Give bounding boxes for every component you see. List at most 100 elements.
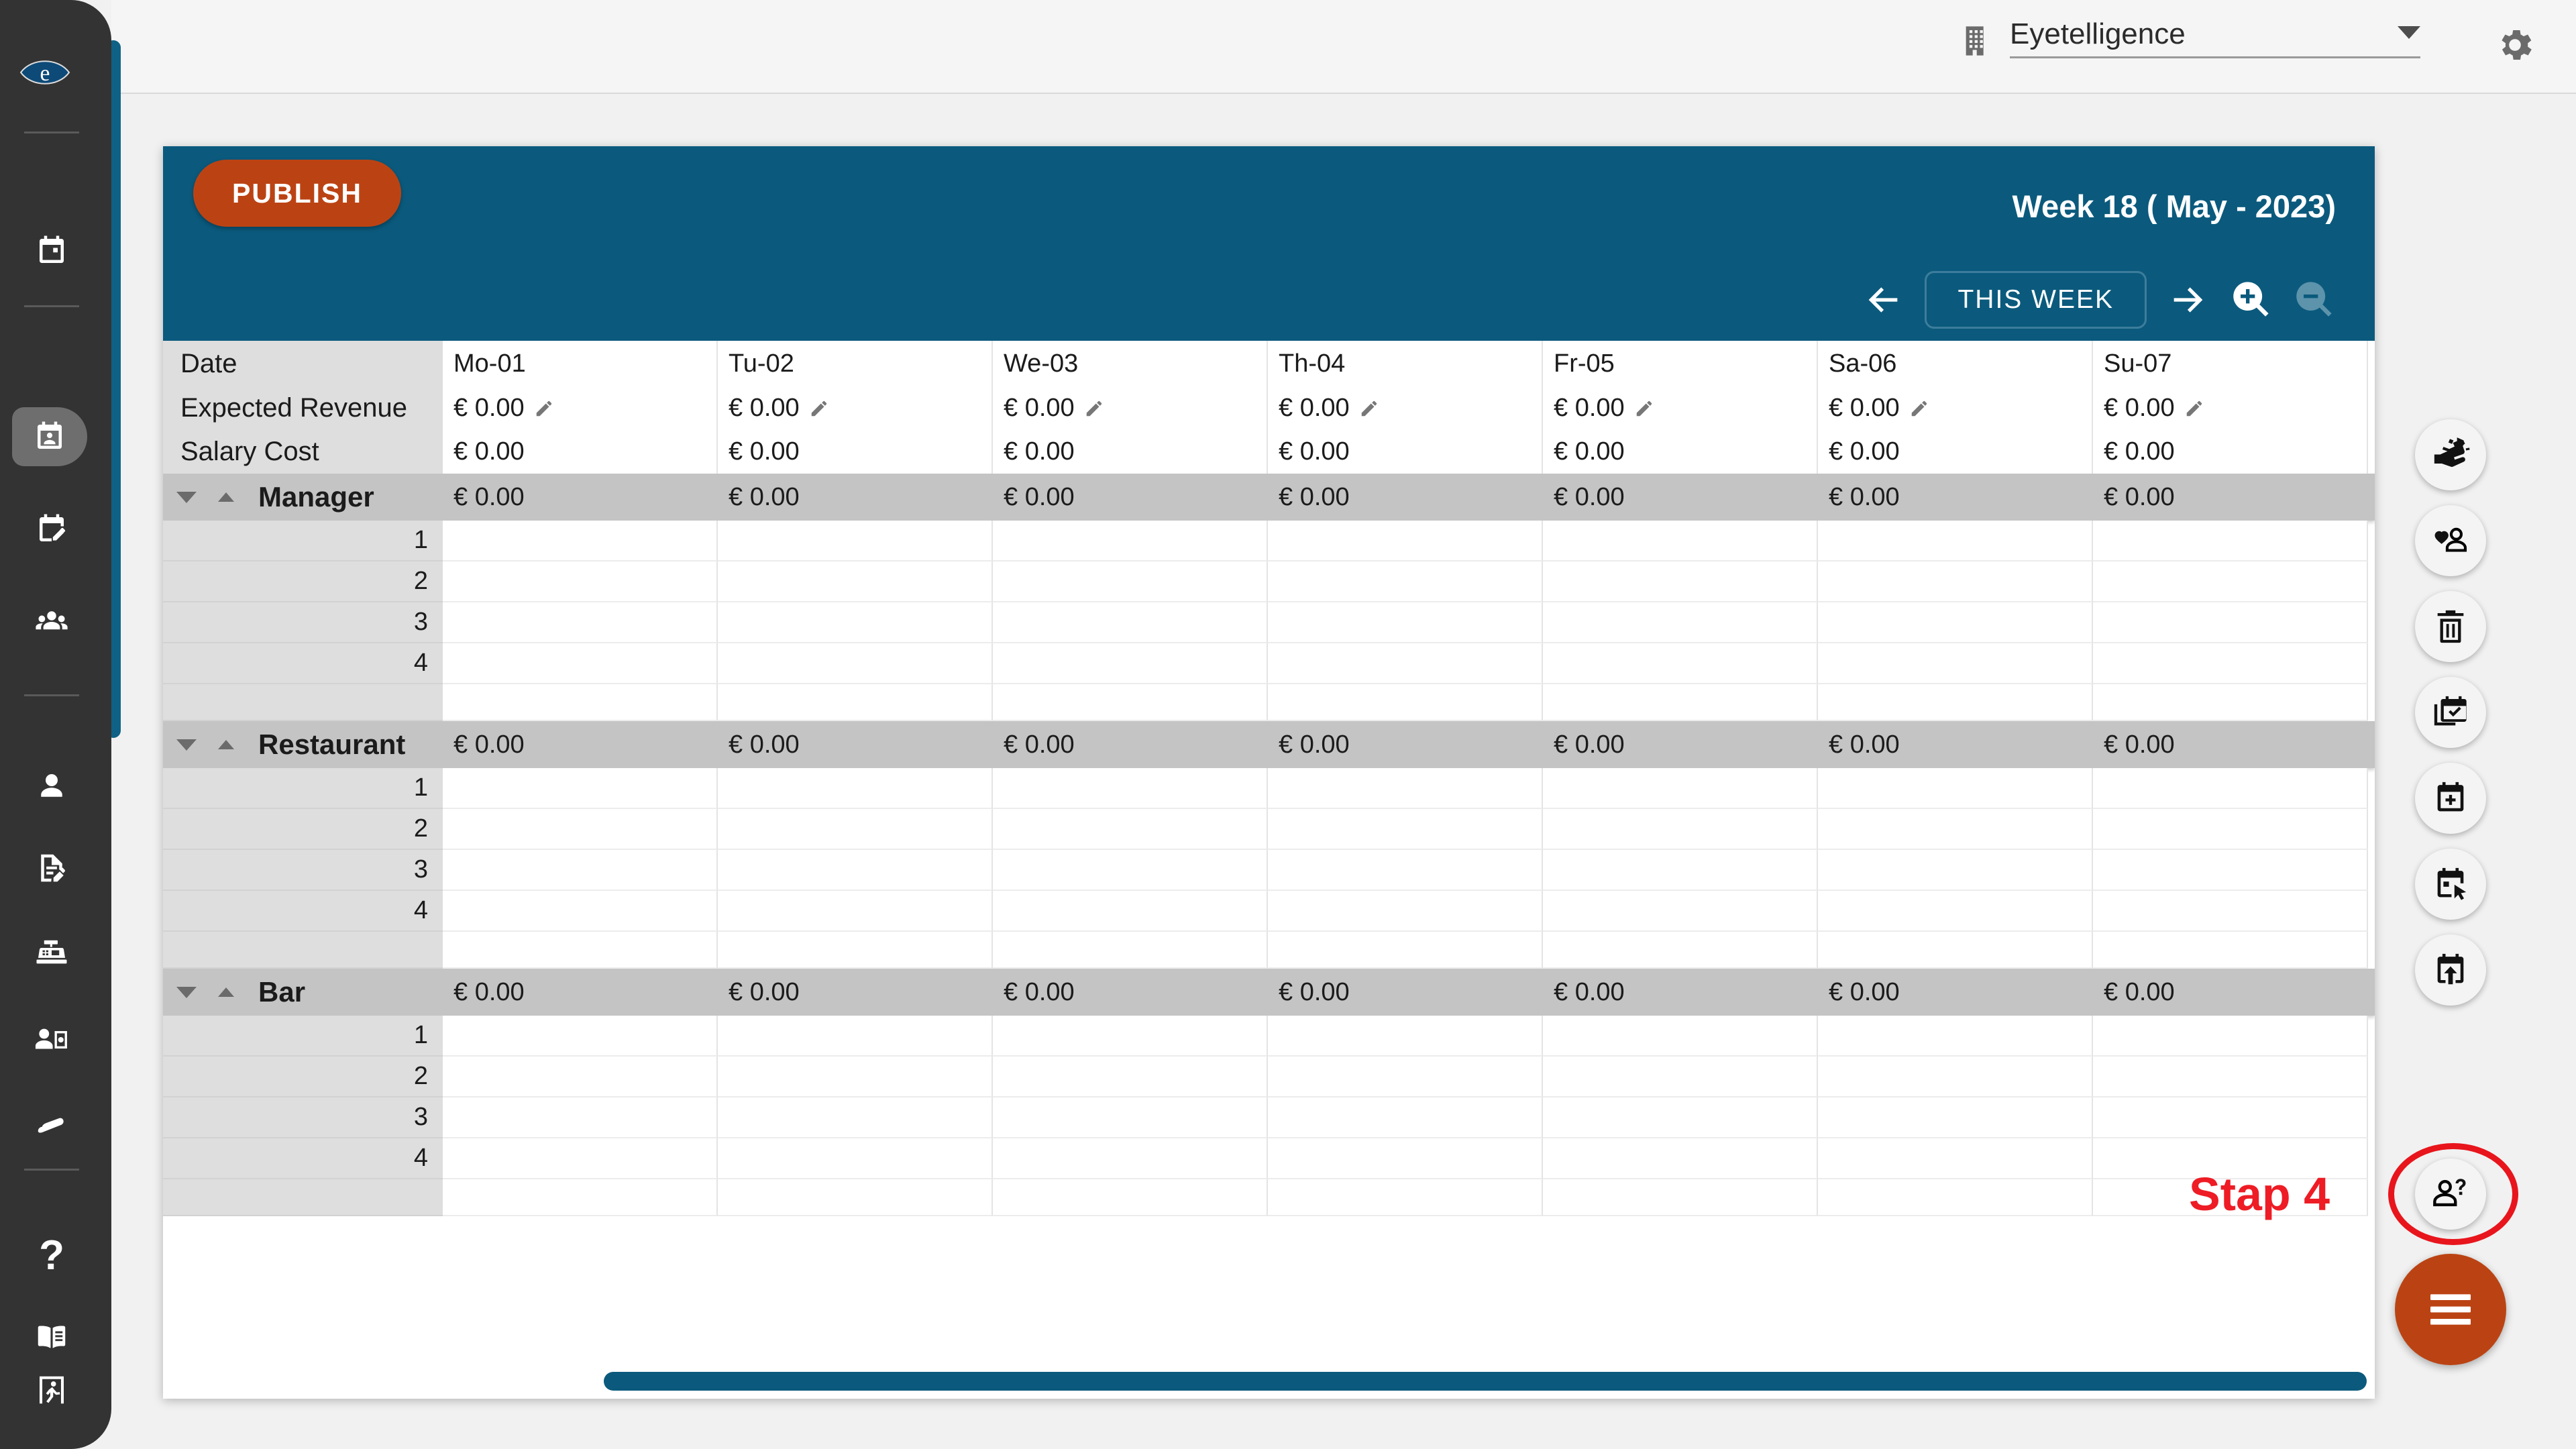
triangle-down-icon[interactable] [176, 739, 197, 751]
pencil-icon[interactable] [1634, 398, 1654, 419]
group-header[interactable]: Restaurant € 0.00 € 0.00 € 0.00 € 0.00 €… [163, 721, 2375, 768]
shift-cell[interactable] [993, 561, 1268, 602]
shift-cell[interactable] [993, 643, 1268, 684]
pencil-icon[interactable] [809, 398, 829, 419]
shift-cell[interactable] [718, 1097, 993, 1138]
shift-cell[interactable] [718, 602, 993, 643]
shift-cell[interactable] [1543, 1179, 1818, 1216]
shift-cell[interactable] [993, 1138, 1268, 1179]
expected-revenue-cell[interactable]: € 0.00 [2093, 386, 2368, 430]
shift-cell[interactable] [1543, 891, 1818, 932]
shift-cell[interactable] [1818, 1057, 2093, 1097]
person-favorite-button[interactable] [2415, 505, 2486, 576]
table-row[interactable]: 1 [163, 1016, 2375, 1057]
shift-cell[interactable] [718, 891, 993, 932]
shift-cell[interactable] [1268, 1016, 1543, 1057]
shift-cell[interactable] [993, 1097, 1268, 1138]
shift-cell[interactable] [718, 809, 993, 850]
calendar-add-button[interactable] [2415, 763, 2486, 834]
table-row[interactable]: 1 [163, 521, 2375, 561]
company-selector[interactable]: Eyetelligence [1960, 17, 2420, 58]
shift-cell[interactable] [1543, 932, 1818, 969]
triangle-down-icon[interactable] [176, 491, 197, 503]
shift-cell[interactable] [1268, 768, 1543, 809]
sidebar-item-manual[interactable] [22, 1308, 81, 1367]
shift-cell[interactable] [443, 684, 718, 721]
table-row[interactable]: 1 [163, 768, 2375, 809]
shift-cell[interactable] [1818, 1138, 2093, 1179]
shift-cell[interactable] [1818, 891, 2093, 932]
shift-cell[interactable] [2093, 602, 2368, 643]
group-header[interactable]: Manager € 0.00 € 0.00 € 0.00 € 0.00 € 0.… [163, 474, 2375, 521]
person-question-button[interactable] [2415, 1159, 2486, 1230]
eyetelligence-eye-logo[interactable]: e [18, 46, 72, 99]
prev-week-button[interactable] [1862, 278, 1904, 321]
menu-fab-button[interactable] [2395, 1254, 2506, 1365]
company-dropdown[interactable]: Eyetelligence [2010, 17, 2420, 58]
shift-cell[interactable] [993, 891, 1268, 932]
shift-cell[interactable] [1268, 521, 1543, 561]
table-row[interactable]: 2 [163, 809, 2375, 850]
shift-cell[interactable] [1268, 684, 1543, 721]
shift-cell[interactable] [443, 1016, 718, 1057]
shift-cell[interactable] [2093, 850, 2368, 891]
shift-cell[interactable] [1818, 521, 2093, 561]
triangle-up-icon[interactable] [218, 987, 234, 997]
shift-cell[interactable] [718, 932, 993, 969]
shift-cell[interactable] [1268, 602, 1543, 643]
next-week-button[interactable] [2167, 278, 2210, 321]
shift-cell[interactable] [718, 850, 993, 891]
clean-hands-button[interactable] [2415, 419, 2486, 490]
chevron-down-icon[interactable] [2398, 25, 2420, 39]
shift-cell[interactable] [1543, 809, 1818, 850]
table-row[interactable]: 3 [163, 602, 2375, 643]
shift-cell[interactable] [443, 1179, 718, 1216]
shift-cell[interactable] [718, 1179, 993, 1216]
shift-cell[interactable] [1543, 1138, 1818, 1179]
expected-revenue-cell[interactable]: € 0.00 [993, 386, 1268, 430]
shift-cell[interactable] [1268, 850, 1543, 891]
shift-cell[interactable] [1818, 1179, 2093, 1216]
shift-cell[interactable] [2093, 1057, 2368, 1097]
delete-button[interactable] [2415, 591, 2486, 662]
triangle-up-icon[interactable] [218, 492, 234, 502]
shift-cell[interactable] [443, 602, 718, 643]
shift-cell[interactable] [443, 521, 718, 561]
shift-cell[interactable] [2093, 684, 2368, 721]
shift-cell[interactable] [443, 561, 718, 602]
shift-cell[interactable] [993, 1057, 1268, 1097]
shift-cell[interactable] [993, 1179, 1268, 1216]
shift-cell[interactable] [718, 561, 993, 602]
shift-cell[interactable] [1543, 602, 1818, 643]
shift-cell[interactable] [1543, 521, 1818, 561]
shift-cell[interactable] [1268, 561, 1543, 602]
expected-revenue-cell[interactable]: € 0.00 [1268, 386, 1543, 430]
shift-cell[interactable] [1543, 768, 1818, 809]
shift-cell[interactable] [718, 1138, 993, 1179]
shift-cell[interactable] [1818, 643, 2093, 684]
sidebar-item-payroll[interactable] [22, 1010, 81, 1069]
shift-cell[interactable] [1543, 850, 1818, 891]
shift-cell[interactable] [1543, 684, 1818, 721]
shift-cell[interactable] [993, 684, 1268, 721]
shift-cell[interactable] [2093, 809, 2368, 850]
shift-cell[interactable] [718, 521, 993, 561]
sidebar-item-cloud[interactable] [22, 1096, 81, 1155]
sidebar-item-person[interactable] [22, 757, 81, 816]
calendar-check-button[interactable] [2415, 677, 2486, 748]
horizontal-scrollbar[interactable] [604, 1372, 2367, 1391]
shift-cell[interactable] [718, 643, 993, 684]
shift-cell[interactable] [2093, 561, 2368, 602]
shift-cell[interactable] [718, 1016, 993, 1057]
table-row[interactable]: 3 [163, 850, 2375, 891]
shift-cell[interactable] [993, 850, 1268, 891]
shift-cell[interactable] [1818, 932, 2093, 969]
shift-cell[interactable] [1818, 561, 2093, 602]
this-week-button[interactable]: THIS WEEK [1925, 271, 2147, 329]
shift-cell[interactable] [718, 1057, 993, 1097]
shift-cell[interactable] [1543, 1057, 1818, 1097]
shift-cell[interactable] [1543, 643, 1818, 684]
sidebar-item-help[interactable]: ? [22, 1226, 81, 1285]
shift-cell[interactable] [1268, 809, 1543, 850]
sidebar-item-cash-register[interactable] [22, 924, 81, 983]
